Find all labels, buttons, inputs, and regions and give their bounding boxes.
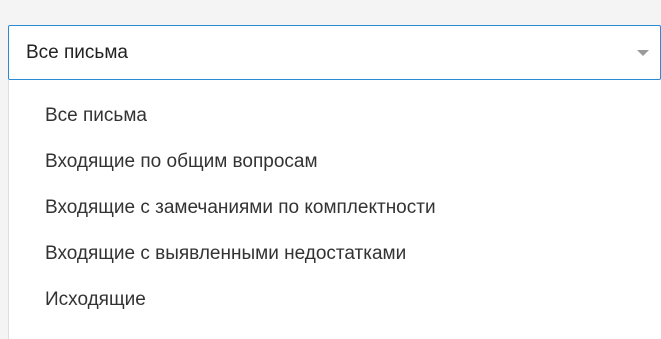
option-incoming-completeness-remarks[interactable]: Входящие с замечаниями по комплектности	[45, 188, 436, 228]
letters-filter-dropdown[interactable]: Все письма Все письма Входящие по общим …	[8, 25, 661, 339]
selected-value: Все письма	[26, 42, 128, 63]
chevron-down-icon[interactable]	[637, 50, 649, 56]
option-incoming-general[interactable]: Входящие по общим вопросам	[45, 142, 318, 182]
dropdown-options-list: Все письма Входящие по общим вопросам Вх…	[8, 80, 661, 339]
option-incoming-deficiencies[interactable]: Входящие с выявленными недостатками	[45, 234, 406, 274]
letters-filter-select[interactable]: Все письма	[8, 25, 661, 80]
option-all-letters[interactable]: Все письма	[45, 96, 147, 136]
option-outgoing[interactable]: Исходящие	[45, 280, 146, 320]
